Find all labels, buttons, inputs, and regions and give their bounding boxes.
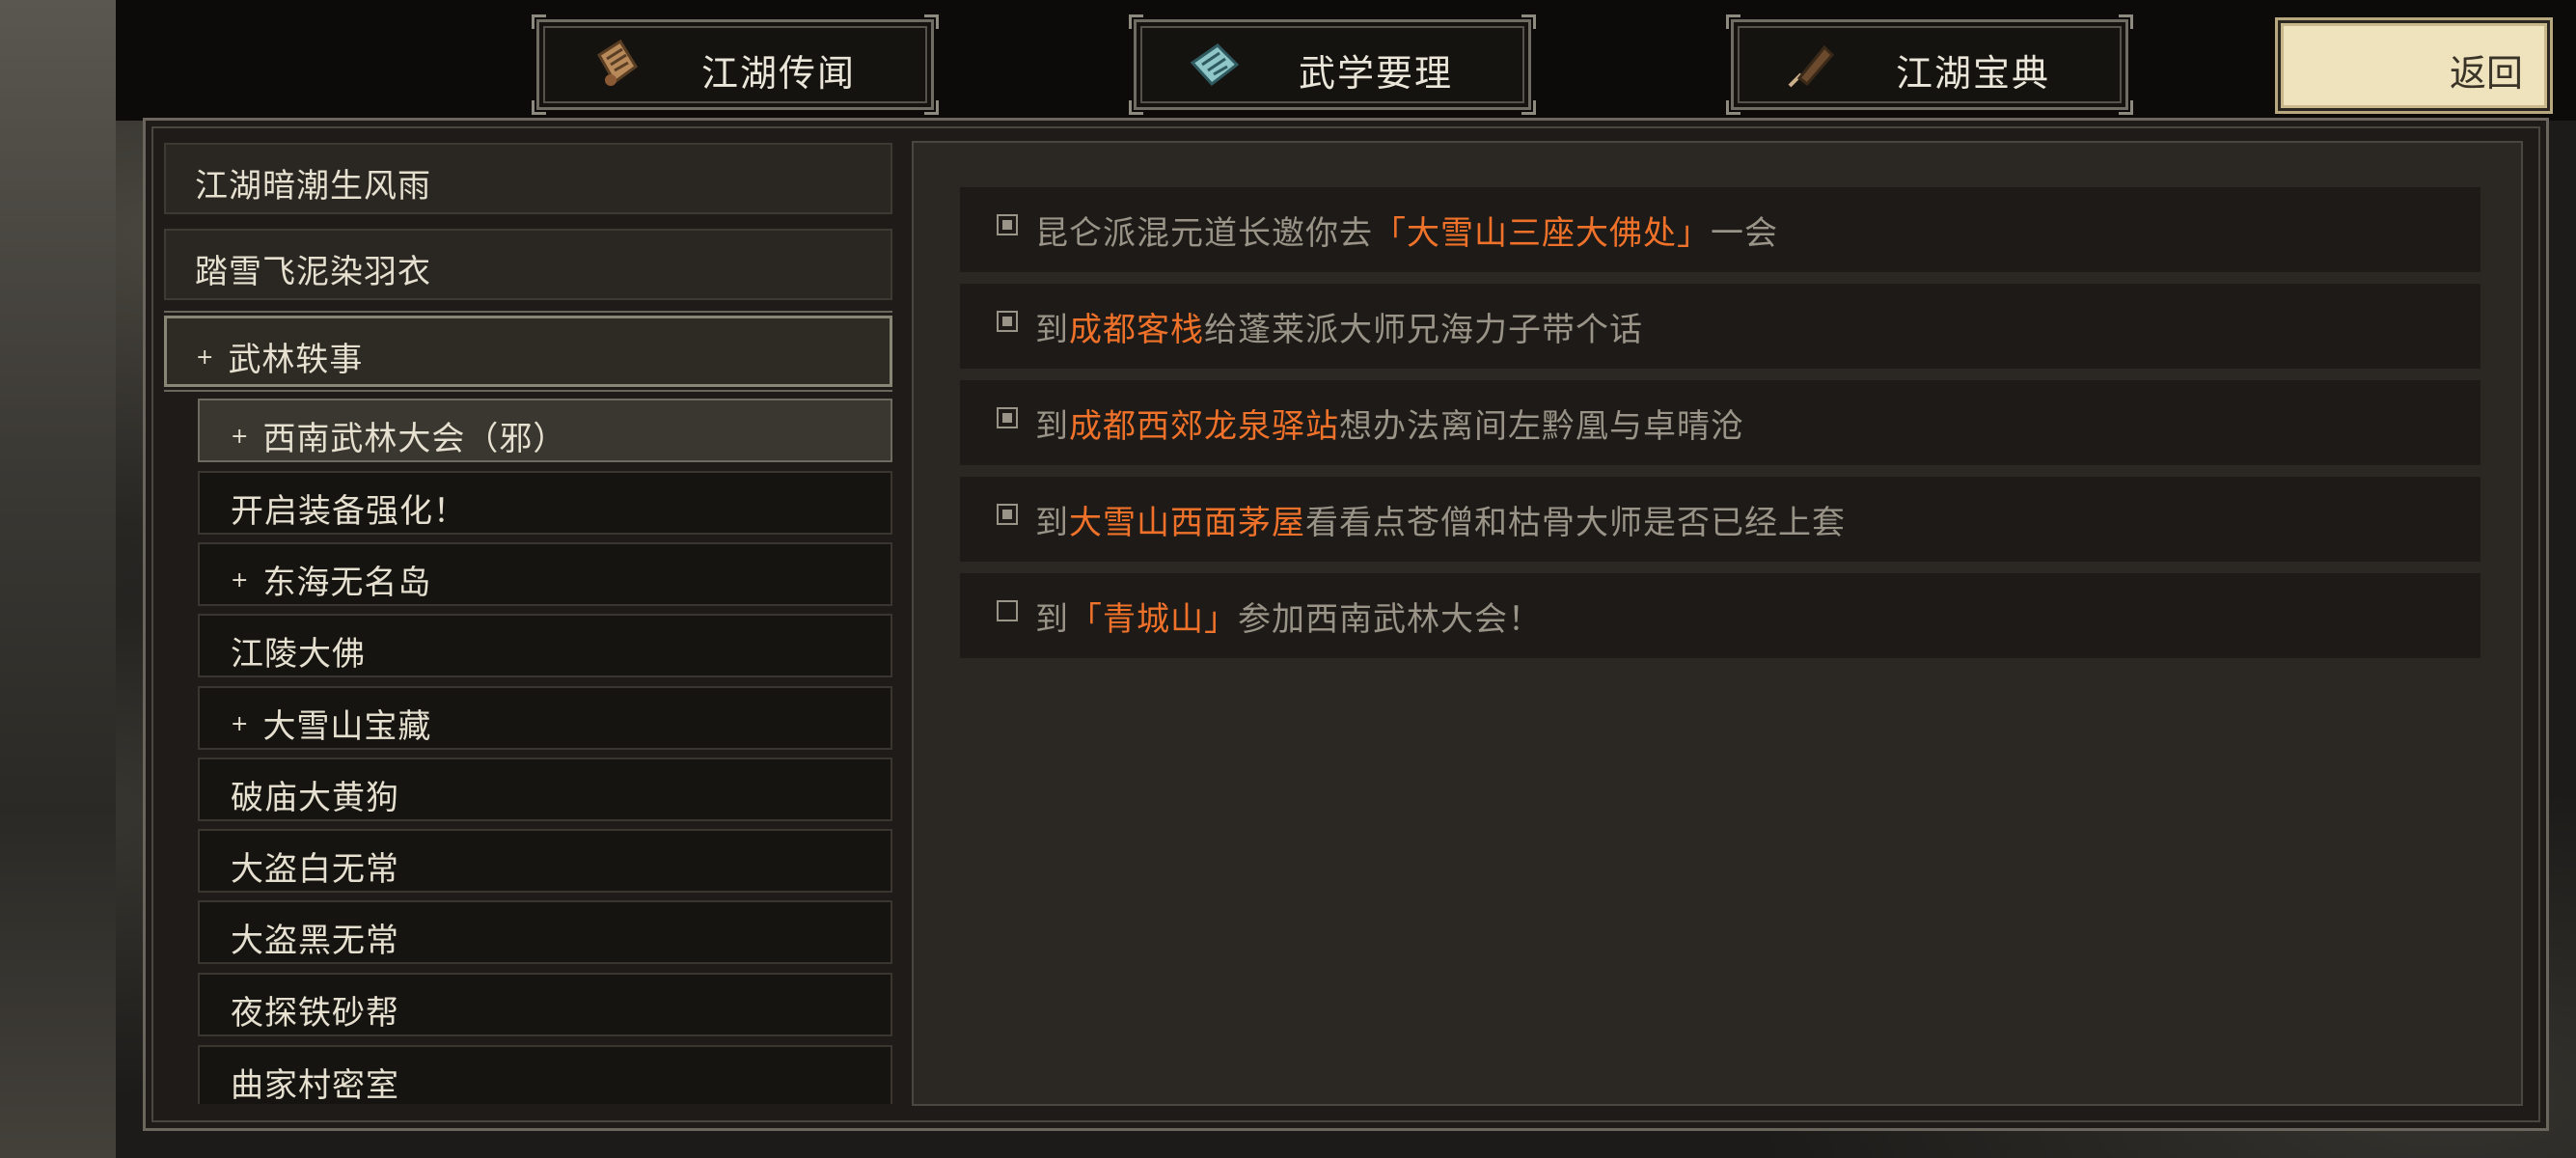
objective-text: 一会 bbox=[1711, 214, 1778, 253]
quest-item[interactable]: 江陵大佛 bbox=[198, 614, 892, 677]
checkbox-empty-icon bbox=[997, 600, 1018, 621]
quest-label: 曲家村密室 bbox=[231, 1066, 399, 1104]
quest-item[interactable]: 开启装备强化！ bbox=[198, 471, 892, 535]
quest-label: 开启装备强化！ bbox=[231, 492, 467, 531]
quest-item[interactable]: 大盗黑无常 bbox=[198, 900, 892, 964]
category-label: 武林轶事 bbox=[228, 341, 364, 379]
scroll-icon bbox=[596, 39, 639, 86]
objective-text: 到 bbox=[1035, 600, 1069, 639]
quest-item[interactable]: + 大雪山宝藏 bbox=[198, 686, 892, 750]
objective-location: 「大雪山三座大佛处」 bbox=[1373, 214, 1711, 253]
quest-item[interactable]: 破庙大黄狗 bbox=[198, 758, 892, 821]
objective-text: 想办法离间左黔凰与卓晴沧 bbox=[1339, 407, 1744, 446]
quest-objective: 到成都西郊龙泉驿站想办法离间左黔凰与卓晴沧 bbox=[960, 380, 2480, 465]
objective-location: 大雪山西面茅屋 bbox=[1069, 504, 1305, 542]
category-item-expanded[interactable]: + 武林轶事 bbox=[164, 316, 892, 387]
quest-item[interactable]: 曲家村密室 bbox=[198, 1045, 892, 1104]
checkbox-checked-icon bbox=[997, 311, 1018, 332]
star-icon: + bbox=[231, 712, 250, 736]
quest-label: 破庙大黄狗 bbox=[231, 779, 399, 817]
quest-item[interactable]: 夜探铁砂帮 bbox=[198, 973, 892, 1036]
quest-objective: 到大雪山西面茅屋看看点苍僧和枯骨大师是否已经上套 bbox=[960, 477, 2480, 562]
checkbox-checked-icon bbox=[997, 504, 1018, 525]
category-label: 江湖暗潮生风雨 bbox=[195, 167, 431, 206]
checkbox-checked-icon bbox=[997, 214, 1018, 235]
tab-encyclopedia[interactable]: 江湖宝典 bbox=[1726, 14, 2133, 115]
quest-item[interactable]: 大盗白无常 bbox=[198, 829, 892, 893]
quest-category-list[interactable]: 江湖暗潮生风雨 踏雪飞泥染羽衣 + 武林轶事 + 西南武林大会（邪） 开启装备强化！… bbox=[164, 143, 892, 1104]
objective-text: 昆仑派混元道长邀你去 bbox=[1035, 214, 1373, 253]
tab-label: 江湖传闻 bbox=[701, 52, 857, 95]
objective-location: 成都西郊龙泉驿站 bbox=[1069, 407, 1339, 446]
checkbox-checked-icon bbox=[997, 407, 1018, 428]
objective-text: 到 bbox=[1035, 311, 1069, 349]
quest-label: 大盗白无常 bbox=[231, 850, 399, 889]
map-edge bbox=[0, 0, 116, 1158]
objective-text: 看看点苍僧和枯骨大师是否已经上套 bbox=[1305, 504, 1846, 542]
objective-text: 到 bbox=[1035, 407, 1069, 446]
star-icon: + bbox=[231, 568, 250, 593]
quest-label: 西南武林大会（邪） bbox=[262, 420, 567, 458]
category-label: 踏雪飞泥染羽衣 bbox=[195, 253, 431, 291]
back-button[interactable]: 返回 bbox=[2281, 23, 2547, 108]
tab-rumors[interactable]: 江湖传闻 bbox=[532, 14, 939, 115]
objective-location: 「青城山」 bbox=[1069, 600, 1238, 639]
objective-text: 到 bbox=[1035, 504, 1069, 542]
quest-label: 东海无名岛 bbox=[262, 564, 432, 602]
tab-label: 江湖宝典 bbox=[1896, 52, 2051, 95]
star-icon: + bbox=[231, 425, 250, 449]
manual-icon bbox=[1190, 43, 1240, 87]
quest-detail-panel: 昆仑派混元道长邀你去「大雪山三座大佛处」一会 到成都客栈给蓬莱派大师兄海力子带个… bbox=[912, 141, 2523, 1106]
quest-item-selected[interactable]: + 西南武林大会（邪） bbox=[198, 399, 892, 462]
expand-icon: + bbox=[196, 345, 215, 370]
category-item[interactable]: 踏雪飞泥染羽衣 bbox=[164, 229, 892, 300]
back-button-label: 返回 bbox=[2449, 52, 2523, 95]
objective-text: 给蓬莱派大师兄海力子带个话 bbox=[1204, 311, 1643, 349]
tab-label: 武学要理 bbox=[1299, 52, 1454, 95]
quest-label: 江陵大佛 bbox=[231, 635, 366, 674]
objective-text: 参加西南武林大会！ bbox=[1238, 600, 1542, 639]
quest-label: 大雪山宝藏 bbox=[262, 707, 432, 746]
quest-label: 夜探铁砂帮 bbox=[231, 994, 399, 1033]
quest-objective: 到「青城山」参加西南武林大会！ bbox=[960, 573, 2480, 658]
category-item[interactable]: 江湖暗潮生风雨 bbox=[164, 143, 892, 214]
tab-martial-arts[interactable]: 武学要理 bbox=[1129, 14, 1536, 115]
quest-objective: 昆仑派混元道长邀你去「大雪山三座大佛处」一会 bbox=[960, 187, 2480, 272]
quest-objective: 到成都客栈给蓬莱派大师兄海力子带个话 bbox=[960, 284, 2480, 369]
quest-item[interactable]: + 东海无名岛 bbox=[198, 542, 892, 606]
objective-location: 成都客栈 bbox=[1069, 311, 1204, 349]
quest-label: 大盗黑无常 bbox=[231, 922, 399, 960]
brush-icon bbox=[1788, 44, 1835, 88]
